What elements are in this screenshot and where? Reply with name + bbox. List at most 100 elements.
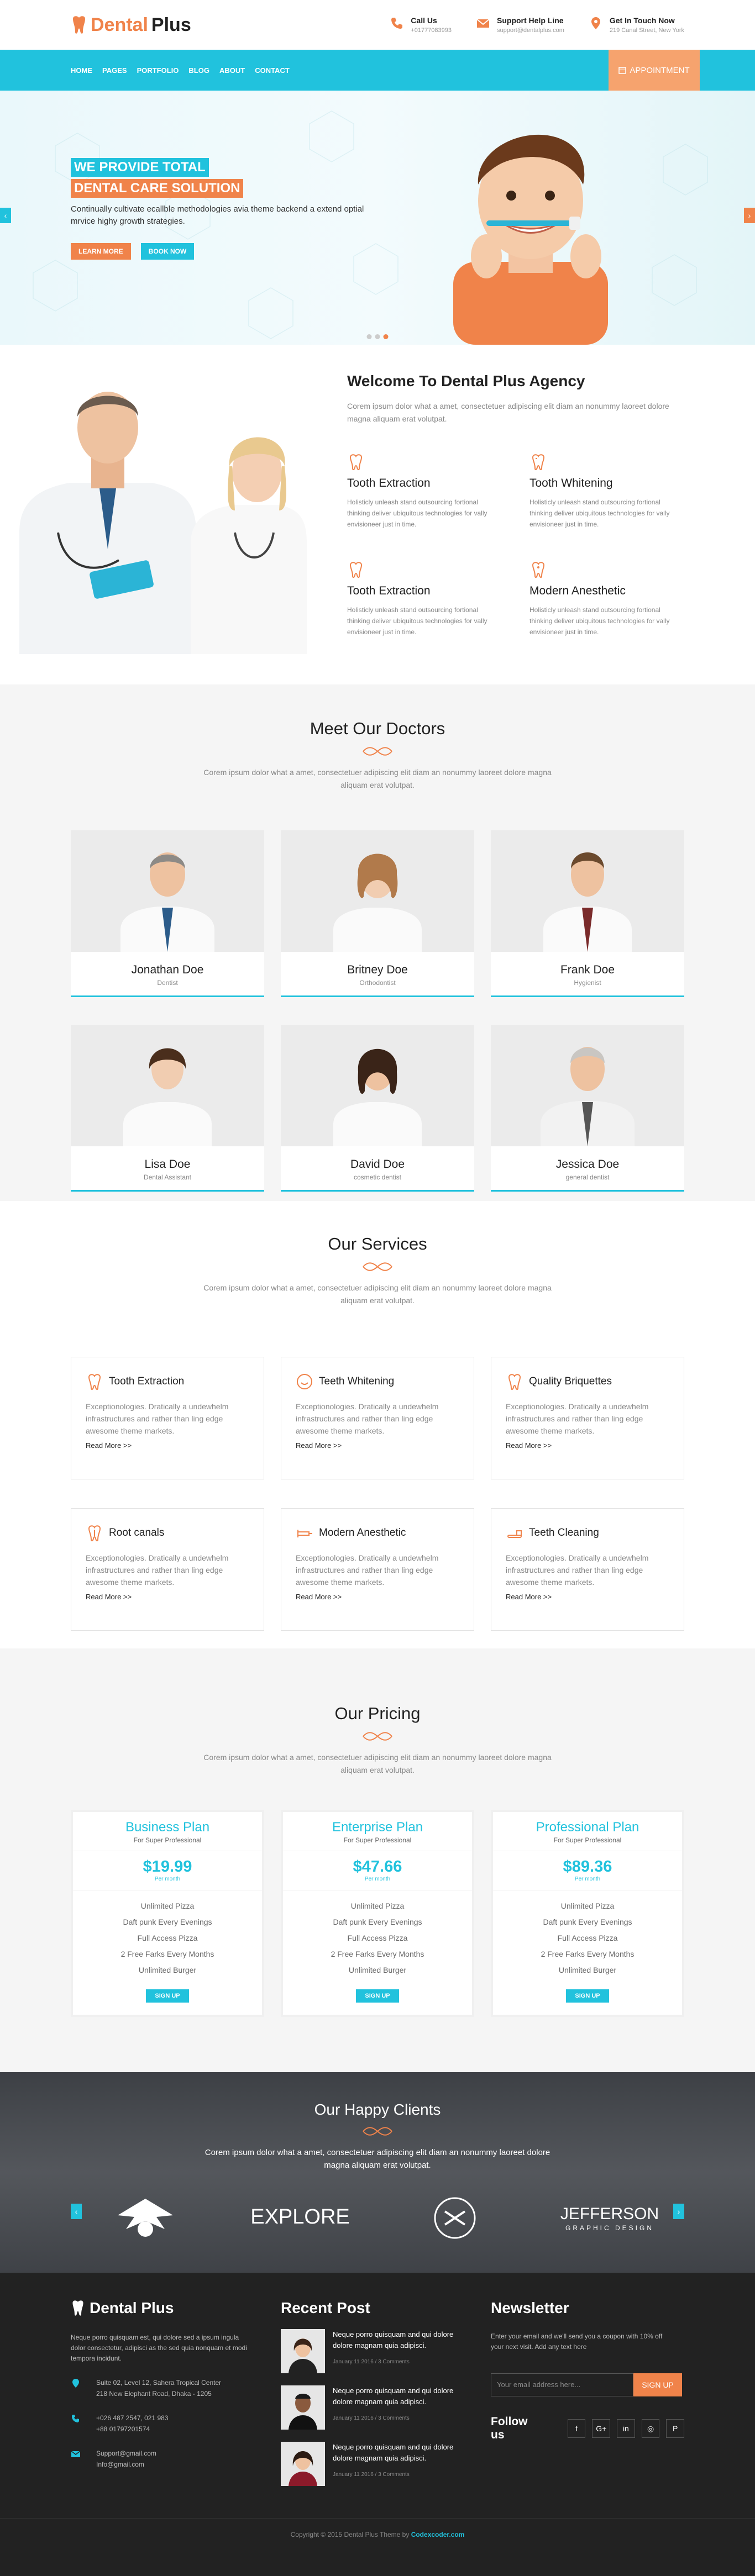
doctor-name: David Doe [350,1158,405,1171]
linkedin-icon[interactable]: in [617,2419,635,2438]
doctor-card[interactable]: Jonathan Doe Dentist [71,830,264,997]
copyright-link[interactable]: Codexcoder.com [411,2531,465,2538]
feature-title: Tooth Extraction [347,477,431,489]
service-title: Teeth Whitening [319,1376,395,1387]
services-section: Our Services Corem ipsum dolor what a am… [0,1201,755,1648]
envelope-icon [476,19,490,28]
learn-more-button[interactable]: LEARN MORE [71,243,131,260]
email-line[interactable]: Info@gmail.com [96,2459,156,2470]
slider-dot-active[interactable] [383,334,389,339]
clients-prev-arrow[interactable]: ‹ [71,2204,82,2219]
pinterest-icon[interactable]: P [666,2419,685,2438]
service-card: Tooth Extraction Exceptionologies. Drati… [71,1357,264,1479]
tooth-whitening-icon [532,454,545,471]
footer-phone: +026 487 2547, 021 983 +88 01797201574 [71,2412,281,2435]
envelope-icon [71,2451,81,2457]
footer-recent-posts: Recent Post Neque porro quisquam and qui… [281,2299,491,2486]
service-text: Exceptionologies. Dratically a undewhelm… [296,1553,439,1587]
client-logos: EXPLORE JEFFERSON GRAPHIC DESIGN [85,2190,670,2246]
hero-text: WE PROVIDE TOTAL DENTAL CARE SOLUTION Co… [71,158,380,260]
doctor-card[interactable]: Frank Doe Hygienist [491,830,684,997]
circle-badge-logo [434,2197,476,2239]
top-header: Dental Plus Call Us +01777083993 Support … [0,0,755,50]
doctor-card[interactable]: Jessica Doe general dentist [491,1025,684,1192]
book-now-button[interactable]: BOOK NOW [140,243,195,260]
sign-up-button[interactable]: SIGN UP [356,1989,399,2003]
email-line[interactable]: Support@gmail.com [96,2448,156,2459]
nav-contact[interactable]: CONTACT [255,66,290,75]
read-more-link[interactable]: Read More >> [506,1441,669,1450]
read-more-link[interactable]: Read More >> [86,1441,249,1450]
doctor-card[interactable]: Lisa Doe Dental Assistant [71,1025,264,1192]
plan-period: Per month [154,1876,181,1882]
hero-next-arrow[interactable]: › [744,208,755,223]
calendar-icon [618,67,627,74]
google-plus-icon[interactable]: G+ [592,2419,611,2438]
sign-up-button[interactable]: SIGN UP [146,1989,189,2003]
service-card: Modern Anesthetic Exceptionologies. Drat… [281,1508,474,1631]
read-more-link[interactable]: Read More >> [86,1593,249,1601]
plan-price: $47.66 [353,1858,402,1876]
feature-item: Tooth Extraction Holisticly unleash stan… [347,561,513,638]
read-more-link[interactable]: Read More >> [296,1441,459,1450]
feature-title: Tooth Whitening [529,477,613,489]
doctor-photo [281,830,474,952]
slider-dot[interactable] [375,334,380,339]
explore-logo: EXPLORE [250,2205,350,2229]
nav-blog[interactable]: BLOG [188,66,209,75]
site-logo[interactable]: Dental Plus [71,14,191,36]
post-meta: January 11 2016 / 3 Comments [333,2359,410,2365]
phone-icon [391,18,403,29]
nav-pages[interactable]: PAGES [102,66,127,75]
tooth-logo-icon [73,16,85,34]
doctor-photo [491,1025,684,1146]
feature-text: Holisticly unleash stand outsourcing for… [347,606,487,636]
clients-next-arrow[interactable]: › [673,2204,684,2219]
contact-support: Support Help Line support@dentalplus.com [476,16,564,34]
nav-about[interactable]: ABOUT [219,66,245,75]
hero-boy-toothbrush-image [453,134,608,345]
slider-dot[interactable] [366,334,372,339]
logo-text-plus: Plus [151,14,191,35]
appointment-button[interactable]: APPOINTMENT [609,50,700,91]
post-title: Neque porro quisquam and qui dolore dolo… [333,2387,454,2406]
read-more-link[interactable]: Read More >> [296,1593,459,1601]
address-line: Suite 02, Level 12, Sahera Tropical Cent… [96,2379,222,2387]
recent-post[interactable]: Neque porro quisquam and qui dolore dolo… [281,2329,491,2373]
newsletter-email-input[interactable]: Your email address here... [491,2373,633,2396]
nav-home[interactable]: HOME [71,66,92,75]
service-card: Teeth Whitening Exceptionologies. Dratic… [281,1357,474,1479]
facebook-icon[interactable]: f [567,2419,586,2438]
recent-post[interactable]: Neque porro quisquam and qui dolore dolo… [281,2442,491,2486]
follow-us-label: Follow us [491,2415,528,2441]
hero-slider: WE PROVIDE TOTAL DENTAL CARE SOLUTION Co… [0,91,755,345]
doctor-card[interactable]: David Doe cosmetic dentist [281,1025,474,1192]
plan-feature: 2 Free Farks Every Months [541,1950,635,1958]
hero-prev-arrow[interactable]: ‹ [0,208,11,223]
section-lead: Corem ipsum dolor what a amet, consectet… [203,768,552,789]
pricing-section: Our Pricing Corem ipsum dolor what a ame… [0,1648,755,2072]
plan-price: $89.36 [563,1858,612,1876]
contact-value: support@dentalplus.com [497,27,564,34]
section-title: Our Services [328,1234,427,1253]
dribbble-icon[interactable]: ◎ [641,2419,660,2438]
doctor-card[interactable]: Britney Doe Orthodontist [281,830,474,997]
map-pin-icon [591,17,600,29]
doctor-name: Jessica Doe [555,1158,620,1171]
newsletter-signup-button[interactable]: SIGN UP [633,2373,682,2396]
doctor-role: Orthodontist [359,979,396,987]
jefferson-logo: JEFFERSONGRAPHIC DESIGN [560,2205,659,2232]
read-more-link[interactable]: Read More >> [506,1593,669,1601]
doctor-photo [491,830,684,952]
footer-email: Support@gmail.com Info@gmail.com [71,2448,281,2470]
footer-heading: Recent Post [281,2299,370,2316]
footer-logo[interactable]: Dental Plus [71,2299,281,2317]
contact-title: Call Us [411,16,437,25]
contact-call: Call Us +01777083993 [390,16,452,34]
footer-address: Suite 02, Level 12, Sahera Tropical Cent… [71,2377,281,2399]
nav-portfolio[interactable]: PORTFOLIO [137,66,179,75]
address-line: 218 New Elephant Road, Dhaka - 1205 [96,2390,212,2398]
recent-post[interactable]: Neque porro quisquam and qui dolore dolo… [281,2385,491,2430]
sign-up-button[interactable]: SIGN UP [566,1989,609,2003]
service-title: Tooth Extraction [109,1376,185,1387]
